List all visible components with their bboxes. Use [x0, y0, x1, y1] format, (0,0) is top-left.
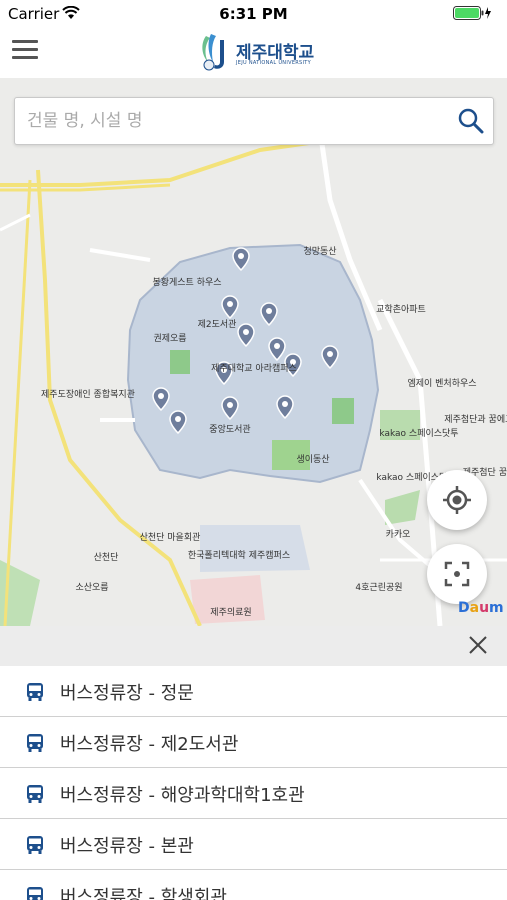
map-label: 4호근린공원	[355, 582, 402, 593]
search-icon[interactable]	[457, 107, 485, 135]
list-item[interactable]: 버스정류장 - 정문	[0, 666, 507, 717]
map-label: 산천단	[94, 552, 119, 563]
map-label: 봉황게스트 하우스	[152, 277, 221, 288]
battery-icon	[453, 6, 491, 20]
status-time: 6:31 PM	[219, 5, 288, 23]
list-item-label: 버스정류장 - 제2도서관	[60, 734, 239, 755]
map-label: kakao 스페이스닷투	[379, 428, 458, 439]
list-item-label: 버스정류장 - 학생회관	[60, 887, 227, 900]
map-label: 소산오름	[75, 582, 108, 593]
my-location-button[interactable]	[427, 470, 487, 530]
map-label: 교학촌아파트	[376, 304, 426, 315]
map-label: 제2도서관	[198, 319, 237, 330]
list-item[interactable]: 버스정류장 - 학생회관	[0, 870, 507, 900]
list-item-label: 버스정류장 - 정문	[60, 683, 194, 704]
university-logo: 제주대학교 JEJU NATIONAL UNIVERSITY	[198, 32, 318, 74]
bus-icon	[27, 836, 43, 854]
map-label: 카카오	[386, 529, 411, 540]
map-canvas: 제주도장애인 종합복지관 봉황게스트 하우스 제2도서관 권제오름 제주대학교 …	[0, 129, 507, 626]
crosshair-icon	[443, 486, 471, 514]
map-label: 제주첨단과 꿈에그린	[444, 414, 507, 425]
logo-subtitle: JEJU NATIONAL UNIVERSITY	[236, 60, 312, 66]
map-label: 청망동산	[303, 246, 336, 257]
list-item-label: 버스정류장 - 해양과학대학1호관	[60, 785, 305, 806]
map-label: 산천단 마을회관	[140, 532, 201, 543]
list-item[interactable]: 버스정류장 - 본관	[0, 819, 507, 870]
map-label: 제주대학교 아라캠퍼스	[211, 362, 297, 374]
navigation-bar: 제주대학교 JEJU NATIONAL UNIVERSITY	[0, 28, 507, 78]
map-label: 생이동산	[296, 454, 329, 465]
list-item[interactable]: 버스정류장 - 제2도서관	[0, 717, 507, 768]
status-bar: Carrier 6:31 PM	[0, 0, 507, 28]
bus-icon	[27, 887, 43, 900]
map-label: 제주의료원	[210, 607, 251, 618]
university-emblem-icon	[202, 34, 224, 71]
search-bar	[14, 97, 494, 145]
results-panel-header	[0, 626, 507, 666]
search-input[interactable]	[25, 106, 449, 136]
focus-campus-button[interactable]	[427, 544, 487, 604]
list-item[interactable]: 버스정류장 - 해양과학대학1호관	[0, 768, 507, 819]
bus-icon	[27, 785, 43, 803]
bus-stop-list: 버스정류장 - 정문 버스정류장 - 제2도서관 버스정류장 - 해양과학대학1…	[0, 666, 507, 900]
map-label: 중앙도서관	[209, 423, 250, 435]
focus-frame-icon	[444, 561, 470, 587]
map-label: 제주도장애인 종합복지관	[41, 389, 135, 400]
close-icon[interactable]	[467, 634, 489, 656]
bus-icon	[27, 683, 43, 701]
map-label: 한국폴리텍대학 제주캠퍼스	[188, 549, 290, 561]
list-item-label: 버스정류장 - 본관	[60, 836, 194, 857]
bus-icon	[27, 734, 43, 752]
map-provider-logo: Daum	[458, 600, 504, 616]
map-label: 엠제이 벤처하우스	[407, 377, 476, 389]
hamburger-menu-icon[interactable]	[12, 40, 38, 64]
map-label: 권제오름	[153, 332, 186, 344]
campus-map[interactable]: 제주도장애인 종합복지관 봉황게스트 하우스 제2도서관 권제오름 제주대학교 …	[0, 78, 507, 626]
